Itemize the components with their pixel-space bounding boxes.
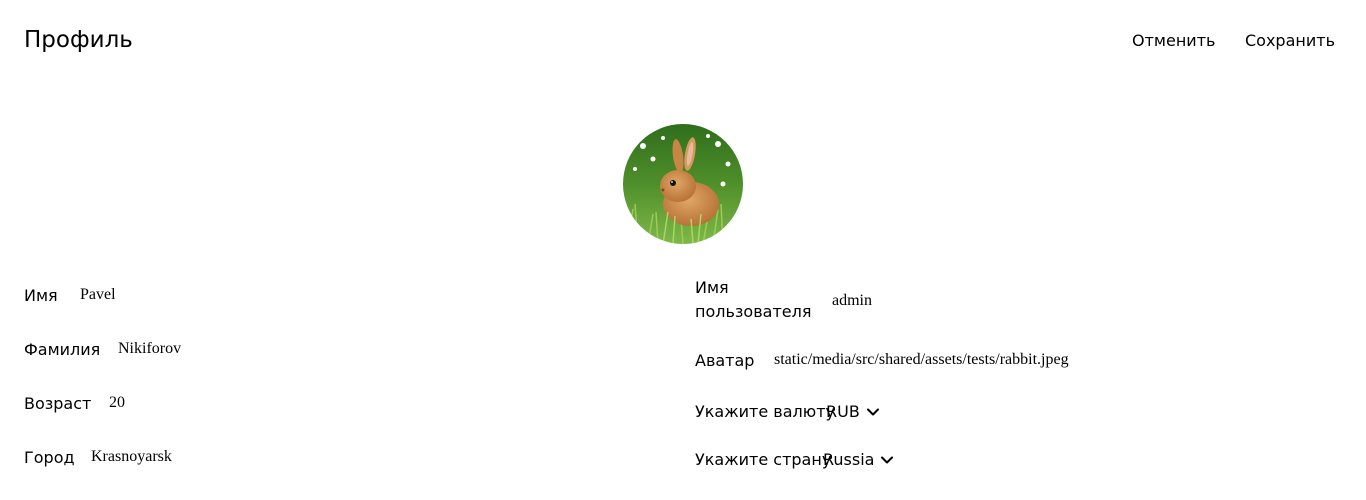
username-label: Имя пользователя — [695, 276, 815, 324]
age-label: Возраст — [24, 394, 92, 413]
avatar-path-label: Аватар — [695, 351, 755, 370]
country-label: Укажите страну — [695, 450, 832, 469]
username-label-line1: Имя — [695, 278, 729, 297]
last-name-label: Фамилия — [24, 340, 101, 359]
cancel-button[interactable]: Отменить — [1132, 31, 1215, 50]
city-input[interactable] — [91, 447, 291, 467]
chevron-down-icon — [866, 408, 879, 415]
avatar-path-input[interactable] — [774, 350, 1134, 370]
city-label: Город — [24, 448, 75, 467]
rabbit-avatar-image — [623, 124, 743, 244]
first-name-input[interactable] — [80, 285, 280, 305]
age-input[interactable] — [109, 393, 309, 413]
currency-select[interactable]: RUB — [826, 402, 880, 421]
save-button[interactable]: Сохранить — [1245, 31, 1335, 50]
first-name-label: Имя — [24, 286, 58, 305]
currency-label: Укажите валюту — [695, 402, 835, 421]
avatar — [623, 124, 743, 244]
last-name-input[interactable] — [118, 339, 318, 359]
currency-select-value: RUB — [826, 402, 860, 421]
country-select-value: Russia — [823, 450, 875, 469]
country-select[interactable]: Russia — [823, 450, 894, 469]
username-input[interactable] — [832, 291, 1032, 311]
page-title: Профиль — [24, 27, 133, 53]
username-label-line2: пользователя — [695, 302, 812, 321]
chevron-down-icon — [881, 456, 894, 463]
